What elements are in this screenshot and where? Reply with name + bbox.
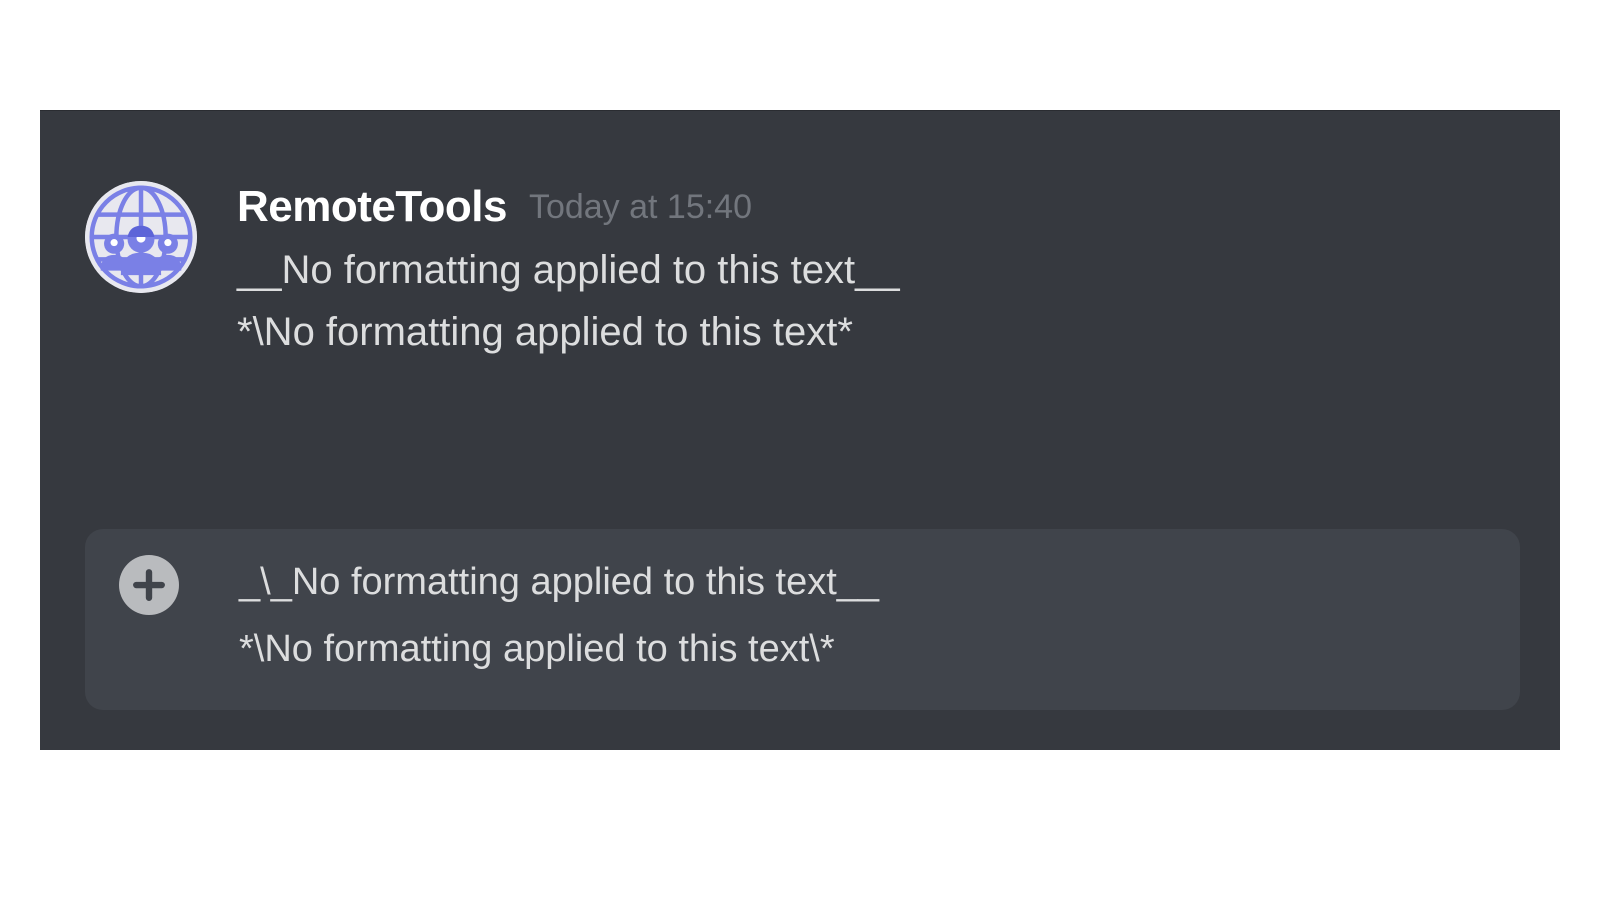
chat-panel: RemoteTools Today at 15:40 __No formatti…: [40, 110, 1560, 750]
message-content: RemoteTools Today at 15:40 __No formatti…: [237, 181, 1530, 363]
input-text[interactable]: _\_No formatting applied to this text__ …: [239, 549, 1492, 682]
message-input[interactable]: _\_No formatting applied to this text__ …: [85, 529, 1520, 710]
attach-button[interactable]: [119, 555, 179, 615]
message-row: RemoteTools Today at 15:40 __No formatti…: [40, 111, 1560, 363]
input-container: _\_No formatting applied to this text__ …: [40, 529, 1560, 750]
message-header: RemoteTools Today at 15:40: [237, 185, 1530, 229]
avatar[interactable]: [85, 181, 197, 293]
message-line: *\No formatting applied to this text*: [237, 301, 1530, 363]
input-line: *\No formatting applied to this text\*: [239, 616, 1492, 683]
username[interactable]: RemoteTools: [237, 185, 507, 229]
message-line: __No formatting applied to this text__: [237, 239, 1530, 301]
input-line: _\_No formatting applied to this text__: [239, 549, 1492, 616]
plus-icon: [132, 568, 166, 602]
page-wrapper: RemoteTools Today at 15:40 __No formatti…: [0, 0, 1600, 900]
globe-people-icon: [85, 181, 197, 293]
timestamp: Today at 15:40: [529, 190, 752, 224]
